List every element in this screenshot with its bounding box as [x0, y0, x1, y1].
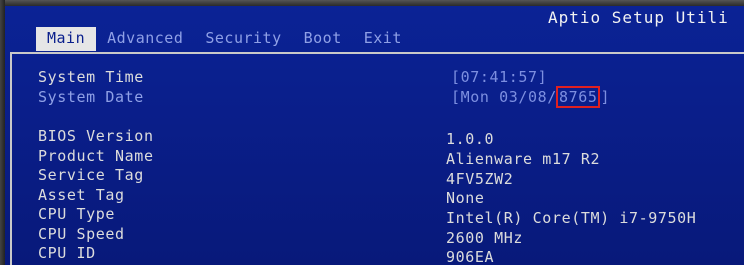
utility-title: Aptio Setup Utili	[548, 8, 729, 27]
tab-bar: Main Advanced Security Boot Exit	[36, 27, 413, 51]
service-tag-value: 4FV5ZW2	[446, 170, 514, 188]
asset-tag-label: Asset Tag	[38, 186, 125, 204]
product-name-label: Product Name	[38, 147, 154, 165]
system-time-value[interactable]: [07:41:57]	[451, 68, 547, 88]
product-name-value: Alienware m17 R2	[446, 150, 601, 168]
bios-version-value: 1.0.0	[446, 130, 495, 148]
system-date-year-highlight: 8765	[555, 86, 601, 108]
system-date-prefix: [Mon 03/08/	[451, 88, 557, 106]
cpu-id-value: 906EA	[446, 248, 495, 265]
tab-main[interactable]: Main	[36, 27, 97, 51]
bios-version-label: BIOS Version	[38, 127, 154, 145]
tab-boot[interactable]: Boot	[293, 27, 353, 51]
cpu-speed-value: 2600 MHz	[446, 229, 524, 247]
asset-tag-value: None	[446, 189, 485, 207]
cpu-type-value: Intel(R) Core(TM) i7-9750H	[446, 209, 697, 227]
system-time-label: System Time	[38, 68, 144, 86]
bios-screen: Aptio Setup Utili Main Advanced Security…	[0, 0, 744, 265]
monitor-bezel-left	[0, 0, 5, 265]
tab-exit[interactable]: Exit	[353, 27, 413, 51]
system-date-value[interactable]: [Mon 03/08/8765]	[451, 86, 611, 108]
monitor-bezel	[0, 0, 744, 6]
system-date-label: System Date	[38, 88, 144, 106]
cpu-id-label: CPU ID	[38, 244, 96, 262]
tab-advanced[interactable]: Advanced	[96, 27, 194, 51]
service-tag-label: Service Tag	[38, 166, 144, 184]
cpu-type-label: CPU Type	[38, 205, 116, 223]
system-date-suffix: ]	[600, 88, 611, 106]
cpu-speed-label: CPU Speed	[38, 225, 125, 243]
tab-security[interactable]: Security	[194, 27, 292, 51]
